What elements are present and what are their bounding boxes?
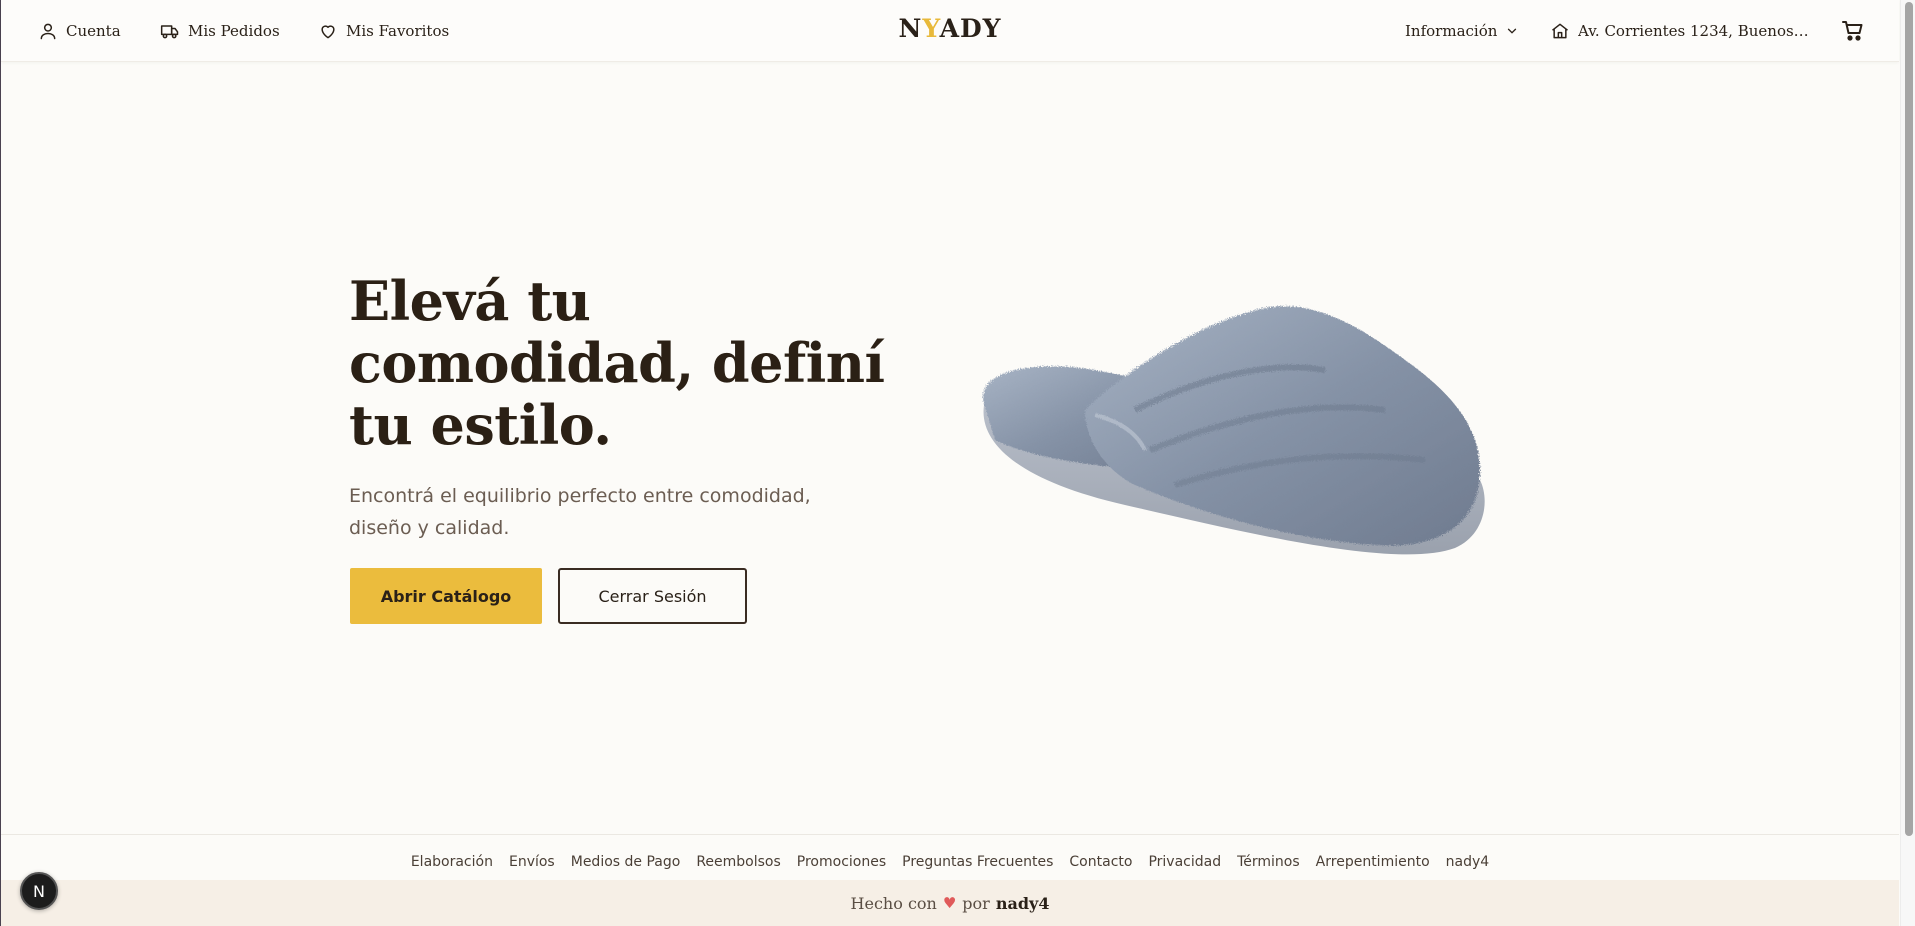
logo-part1: N [898,14,923,43]
footer-link[interactable]: Privacidad [1148,854,1221,870]
top-navbar: Cuenta Mis Pedidos Mis Favoritos NYADY I… [1,0,1899,62]
next-dev-indicator-button[interactable]: N [20,872,58,910]
slipper-illustration [982,306,1485,555]
chevron-down-icon [1508,28,1517,34]
address-label: Av. Corrientes 1234, Buenos Air... [1578,22,1810,40]
footer-link[interactable]: Envíos [509,854,555,870]
footer-brand: nady4 [995,893,1050,913]
made-with-text: Hecho con [850,893,937,913]
hero-subtitle: Encontrá el equilibrio perfecto entre co… [349,485,811,539]
truck-icon [160,25,179,39]
logo-link[interactable]: NYADY [898,14,1001,43]
footer-link[interactable]: Elaboración [411,854,493,870]
heart-icon [321,25,335,39]
page-frame [0,0,1915,926]
slipper-image [975,290,1495,580]
footer-link[interactable]: Reembolsos [696,854,780,870]
info-label: Información [1405,22,1498,40]
footer-link[interactable]: Contacto [1069,854,1132,870]
account-link[interactable]: Cuenta [38,19,121,43]
cart-icon [1842,21,1863,41]
footer-link[interactable]: nady4 [1446,854,1490,870]
footer-links: Elaboración Envíos Medios de Pago Reembolso… [1,834,1899,880]
orders-label: Mis Pedidos [188,22,280,40]
address-selector[interactable]: Av. Corrientes 1234, Buenos Air... [1550,19,1810,43]
by-text: por [962,893,990,913]
open-catalog-button[interactable]: Abrir Catálogo [350,568,542,624]
favorites-label: Mis Favoritos [346,22,450,40]
account-label: Cuenta [66,22,121,40]
footer-link[interactable]: Términos [1237,854,1300,870]
footer-link[interactable]: Preguntas Frecuentes [902,854,1053,870]
orders-link[interactable]: Mis Pedidos [160,19,280,43]
scrollbar-thumb[interactable] [1905,2,1913,836]
footer-credit: Hecho con ♥ por nady4 [1,880,1899,926]
logout-button[interactable]: Cerrar Sesión [558,568,747,624]
cart-button[interactable] [1841,19,1865,43]
heart-icon: ♥ [942,894,957,912]
footer-link[interactable]: Promociones [797,854,886,870]
hero-title: Elevá tu comodidad, definí tu estilo. [349,269,885,457]
logo-accent: Y [922,14,940,43]
scrollbar[interactable] [1900,0,1915,926]
footer-link[interactable]: Medios de Pago [571,854,681,870]
logo-part2: ADY [939,14,1002,43]
user-icon [40,23,56,40]
home-icon [1552,23,1568,39]
footer-link[interactable]: Arrepentimiento [1316,854,1430,870]
info-dropdown[interactable]: Información [1405,19,1519,43]
favorites-link[interactable]: Mis Favoritos [318,19,449,43]
